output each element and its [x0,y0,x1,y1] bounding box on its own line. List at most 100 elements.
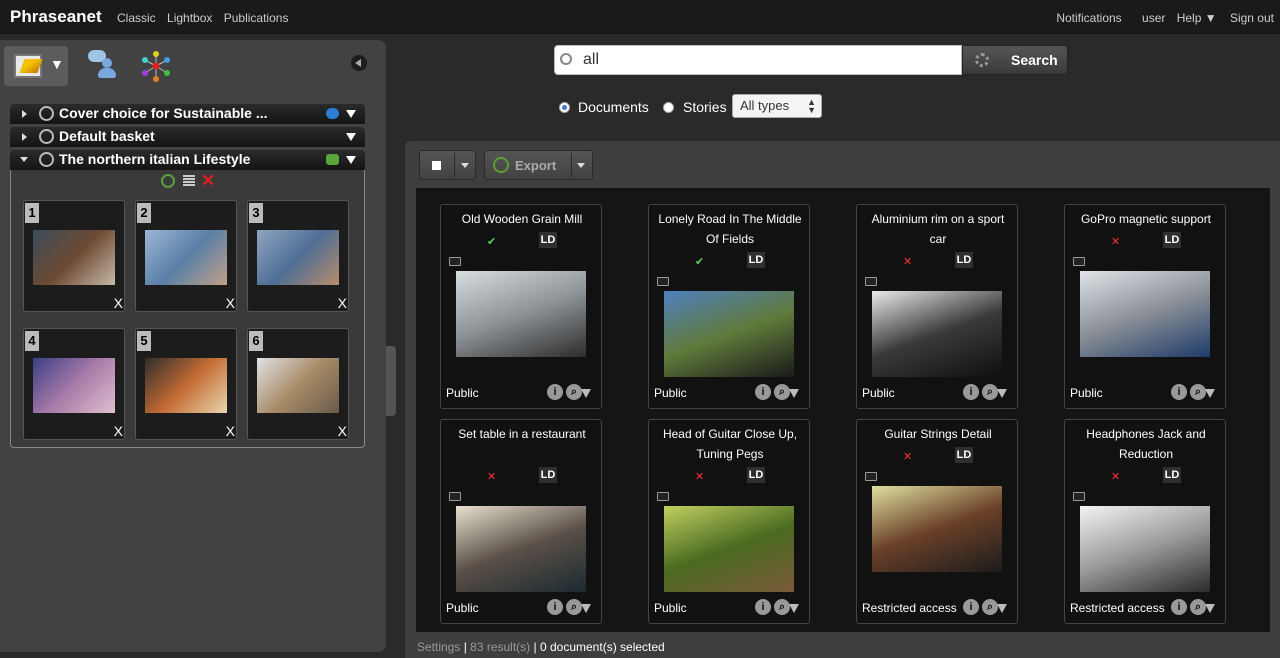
zoom-icon[interactable]: ⌕ [774,599,790,615]
basket-item[interactable]: 5X [135,328,237,440]
basket-item[interactable]: 6X [247,328,349,440]
basket-item-thumbnail[interactable] [257,230,339,285]
basket-item[interactable]: 3X [247,200,349,312]
select-all-button[interactable] [419,150,476,180]
chat-bubble-icon [326,108,339,119]
access-label: Public [446,601,479,615]
result-card[interactable]: Set table in a restaurant ✕ LD Public i ⌕ [440,419,602,624]
result-card[interactable]: Old Wooden Grain Mill ✔ LD Public i ⌕ [440,204,602,409]
info-icon[interactable]: i [547,384,563,400]
info-icon[interactable]: i [755,384,771,400]
remove-item-button[interactable]: X [226,423,235,439]
nav-help[interactable]: Help ▼ [1177,11,1217,25]
card-menu-caret-icon[interactable] [581,389,591,398]
result-thumbnail[interactable] [1080,271,1210,357]
info-icon[interactable]: i [1171,384,1187,400]
card-menu-caret-icon[interactable] [789,389,799,398]
users-chat-tool-button[interactable] [86,46,122,86]
info-icon[interactable]: i [755,599,771,615]
basket-item[interactable]: 1X [23,200,125,312]
search-input[interactable] [583,50,953,70]
card-menu-caret-icon[interactable] [581,604,591,613]
result-thumbnail[interactable] [872,291,1002,377]
nav-publications[interactable]: Publications [224,11,289,25]
baskets-tool-button[interactable]: ▼ [4,46,68,86]
brand-logo[interactable]: Phraseanet [10,7,102,27]
network-tool-button[interactable] [138,46,174,86]
camera-icon [449,492,461,501]
nav-notifications[interactable]: Notifications [1056,11,1121,25]
types-select[interactable]: All types ▲ ▼ [732,94,822,118]
basket-item[interactable]: 4X [23,328,125,440]
card-menu-caret-icon[interactable] [1205,604,1215,613]
result-card[interactable]: Lonely Road In The Middle Of Fields ✔ LD Pu… [648,204,810,409]
remove-item-button[interactable]: X [114,423,123,439]
panel-resize-handle[interactable] [386,346,396,416]
zoom-icon[interactable]: ⌕ [1190,384,1206,400]
result-card[interactable]: GoPro magnetic support ✕ LD Public i ⌕ [1064,204,1226,409]
basket-item-thumbnail[interactable] [145,230,227,285]
zoom-icon[interactable]: ⌕ [774,384,790,400]
card-menu-caret-icon[interactable] [789,604,799,613]
result-thumbnail[interactable] [456,271,586,357]
remove-item-button[interactable]: X [338,423,347,439]
nav-user[interactable]: user [1142,11,1165,25]
gear-icon[interactable] [975,53,989,67]
search-button[interactable]: Search [962,45,1068,75]
radio-documents[interactable] [559,102,570,113]
basket-menu-caret-icon[interactable] [346,156,356,164]
basket-menu-caret-icon[interactable] [346,133,356,141]
zoom-icon[interactable]: ⌕ [1190,599,1206,615]
result-thumbnail[interactable] [872,486,1002,572]
nav-classic[interactable]: Classic [117,11,156,25]
result-card[interactable]: Aluminium rim on a sport car ✕ LD Public i ⌕ [856,204,1018,409]
chevron-down-icon[interactable] [577,163,585,168]
info-icon[interactable]: i [547,599,563,615]
basket-item-thumbnail[interactable] [33,358,115,413]
basket-header[interactable]: Default basket [10,127,365,147]
radio-documents-label[interactable]: Documents [578,99,649,115]
result-card[interactable]: Head of Guitar Close Up, Tuning Pegs ✕ LD P… [648,419,810,624]
settings-link[interactable]: Settings [417,640,460,654]
card-menu-caret-icon[interactable] [997,389,1007,398]
result-card[interactable]: Guitar Strings Detail ✕ LD Restricted acces… [856,419,1018,624]
collapse-panel-button[interactable] [351,55,367,71]
card-menu-caret-icon[interactable] [997,604,1007,613]
export-icon[interactable] [161,174,175,188]
results-count: 83 result(s) [470,640,531,654]
zoom-icon[interactable]: ⌕ [566,599,582,615]
remove-item-button[interactable]: X [114,295,123,311]
ld-badge: LD [539,467,557,483]
info-icon[interactable]: i [1171,599,1187,615]
result-thumbnail[interactable] [664,506,794,592]
result-thumbnail[interactable] [456,506,586,592]
remove-item-button[interactable]: X [338,295,347,311]
basket-item-thumbnail[interactable] [145,358,227,413]
basket-item-thumbnail[interactable] [33,230,115,285]
basket-title: Cover choice for Sustainable ... [59,105,268,121]
basket-header-active[interactable]: The northern italian Lifestyle [10,150,365,170]
delete-icon[interactable]: ✕ [201,171,215,191]
basket-menu-caret-icon[interactable] [346,110,356,118]
info-icon[interactable]: i [963,384,979,400]
basket-header[interactable]: Cover choice for Sustainable ... [10,104,365,124]
zoom-icon[interactable]: ⌕ [982,599,998,615]
basket-item[interactable]: 2X [135,200,237,312]
zoom-icon[interactable]: ⌕ [566,384,582,400]
basket-item-thumbnail[interactable] [257,358,339,413]
zoom-icon[interactable]: ⌕ [982,384,998,400]
result-thumbnail[interactable] [1080,506,1210,592]
list-icon[interactable] [183,175,195,187]
chevron-down-icon[interactable] [461,163,469,168]
result-card[interactable]: Headphones Jack and Reduction ✕ LD Restrict… [1064,419,1226,624]
card-menu-caret-icon[interactable] [1205,389,1215,398]
radio-stories-label[interactable]: Stories [683,99,727,115]
checkbox-icon[interactable] [432,161,441,170]
nav-lightbox[interactable]: Lightbox [167,11,212,25]
nav-sign-out[interactable]: Sign out [1230,11,1274,25]
radio-stories[interactable] [663,102,674,113]
remove-item-button[interactable]: X [226,295,235,311]
export-button[interactable]: Export [484,150,593,180]
info-icon[interactable]: i [963,599,979,615]
result-thumbnail[interactable] [664,291,794,377]
